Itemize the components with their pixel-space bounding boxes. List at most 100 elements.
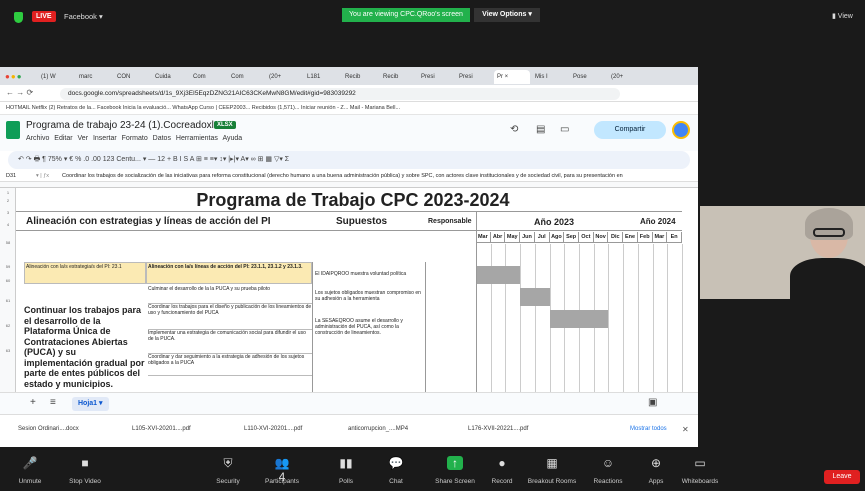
close-icon[interactable]: ✕ [682, 425, 689, 434]
row-number[interactable]: 62 [0, 323, 16, 328]
account-avatar[interactable] [672, 121, 690, 139]
zoom-control-label: Chat [389, 478, 403, 485]
gantt-area [476, 244, 683, 392]
row-number[interactable]: 2 [0, 198, 16, 203]
month-header: Mar [476, 232, 491, 243]
browser-tab[interactable]: Mis I [532, 70, 568, 84]
activity-cell[interactable]: Implementar una estrategia de comunicaci… [148, 330, 312, 354]
browser-tab[interactable]: Pr × [494, 70, 530, 84]
zoom-control-breakout-rooms[interactable]: ▦ Breakout Rooms [522, 450, 582, 491]
fx-icon: ▾ | ƒx [36, 173, 50, 179]
zoom-control-security[interactable]: ⛨ Security [198, 450, 258, 491]
cell-reference[interactable]: D31 [6, 171, 16, 181]
downloads-bar: Sesion Ordinari....docx L105-XVI-20201...… [0, 414, 698, 447]
browser-tab[interactable]: (20+ [266, 70, 302, 84]
zoom-control-chat[interactable]: 💬 Chat [366, 450, 426, 491]
download-item[interactable]: L110-XVI-20201....pdf [244, 426, 302, 432]
add-sheet-icon[interactable]: + [30, 397, 36, 408]
browser-tab[interactable]: Recib [380, 70, 416, 84]
browser-tab[interactable]: Com [228, 70, 264, 84]
month-header: Oct [579, 232, 594, 243]
row-number[interactable]: 60 [0, 278, 16, 283]
zoom-control-participants[interactable]: 👥 4 Participants [252, 450, 312, 491]
browser-tab[interactable]: Cuida [152, 70, 188, 84]
header-supuestos: Supuestos [336, 216, 388, 227]
zoom-control-bar: 🎤 Unmute ■ Stop Video ⛨ Security 👥 4 Participan… [0, 450, 865, 491]
header-responsable: Responsable [428, 218, 472, 225]
menu-bar[interactable]: Archivo Editar Ver Insertar Formato Dato… [26, 135, 242, 142]
browser-tab[interactable]: Pose [570, 70, 606, 84]
gantt-gridline [520, 244, 521, 392]
view-options-button[interactable]: View Options ▾ [474, 8, 540, 22]
document-title[interactable]: Programa de trabajo 23-24 (1).Cocreadoxl… [26, 120, 224, 131]
row-number[interactable]: 1 [0, 190, 16, 195]
zoom-control-unmute[interactable]: 🎤 Unmute [0, 450, 60, 491]
sheets-logo-icon[interactable] [6, 121, 20, 139]
cell-lineas-accion[interactable]: Alineación con la/s líneas de acción del… [146, 262, 312, 284]
sheet-tab-hoja1[interactable]: Hoja1 ▾ [72, 397, 109, 411]
live-badge[interactable]: LIVE [32, 11, 56, 22]
formula-input[interactable]: Coordinar los trabajos de socialización … [62, 171, 623, 181]
download-item[interactable]: L105-XVI-20201....pdf [132, 426, 191, 432]
bookmarks-list[interactable]: HOTMAIL Netflix (2) Retratos de la... Fa… [6, 105, 400, 111]
header-row[interactable]: Alineación con estrategias y líneas de a… [16, 211, 682, 231]
sheet-title[interactable]: Programa de Trabajo CPC 2023-2024 [28, 190, 678, 210]
zoom-control-whiteboards[interactable]: ▭ Whiteboards [670, 450, 730, 491]
header-year-2023: Año 2023 [534, 217, 575, 227]
share-button[interactable]: Compartir [594, 121, 666, 139]
row-number[interactable]: 63 [0, 348, 16, 353]
gantt-bar[interactable] [520, 288, 550, 306]
activity-cell[interactable]: Coordinar y dar seguimiento a la estrate… [148, 354, 312, 376]
browser-tab[interactable]: CON [114, 70, 150, 84]
download-item[interactable]: anticorrupcion_....MP4 [348, 426, 408, 432]
gantt-bar[interactable] [549, 310, 609, 328]
browser-tab[interactable]: Recib [342, 70, 378, 84]
browser-tab[interactable]: L181 [304, 70, 340, 84]
url-input[interactable]: docs.google.com/spreadsheets/d/1s_9Xj3EI… [60, 88, 620, 100]
gantt-bar[interactable] [476, 266, 521, 284]
xlsx-badge: XLSX [214, 121, 236, 129]
window-controls[interactable]: ●●● [5, 72, 23, 81]
row-number[interactable]: 61 [0, 298, 16, 303]
month-header: Dic [608, 232, 624, 243]
spreadsheet-grid[interactable]: 1 2 3 4 58 59 60 61 62 63 Programa de Trabajo CPC… [0, 182, 698, 392]
row-number[interactable]: 4 [0, 222, 16, 227]
browser-tab[interactable]: marc [76, 70, 112, 84]
browser-tab[interactable]: (20+ [608, 70, 644, 84]
browser-tab[interactable]: Com [190, 70, 226, 84]
view-button[interactable]: ▮ View [832, 12, 853, 20]
row-number[interactable]: 58 [0, 240, 16, 245]
bookmarks-bar: HOTMAIL Netflix (2) Retratos de la... Fa… [0, 102, 698, 115]
activity-cell[interactable]: Culminar el desarrollo de la la PUCA y s… [148, 286, 312, 304]
browser-tab[interactable]: (1) W [38, 70, 74, 84]
row-number[interactable]: 59 [0, 264, 16, 269]
download-item[interactable]: Sesion Ordinari....docx [18, 426, 79, 432]
leave-button[interactable]: Leave [824, 470, 860, 484]
meeting-dropdown[interactable]: Facebook ▾ [64, 12, 103, 21]
browser-tab[interactable]: Presi [456, 70, 492, 84]
comment-icon[interactable]: ▤ [536, 124, 545, 135]
gantt-gridline [623, 244, 624, 392]
supuesto-cell[interactable]: Los sujetos obligados muestran compromis… [315, 290, 425, 302]
history-icon[interactable]: ⟲ [510, 124, 518, 135]
shield-icon[interactable] [14, 12, 23, 23]
zoom-control-label: Participants [265, 478, 299, 485]
nav-icons[interactable]: ← → ⟳ [6, 88, 33, 97]
browser-tab[interactable]: Presi [418, 70, 454, 84]
activity-cell[interactable]: Coordinar los trabajos para el diseño y … [148, 304, 312, 330]
objective-text[interactable]: Continuar los trabajos para el desarroll… [24, 305, 146, 389]
supuesto-cell[interactable]: La SESAEQROO asume el desarrollo y admin… [315, 318, 425, 336]
download-item[interactable]: L176-XVII-20221....pdf [468, 426, 528, 432]
show-all-link[interactable]: Mostrar todos [630, 426, 667, 432]
explore-icon[interactable]: ▣ [648, 397, 657, 408]
cell-estrategia[interactable]: Alineación con la/s estrategia/s del PI:… [24, 262, 146, 284]
format-toolbar[interactable]: ↶ ↷ 🖶 ¶ 75% ▾ € % .0 .00 123 Centu... ▾ … [8, 151, 690, 169]
stop-video-icon: ■ [81, 456, 89, 470]
zoom-control-stop-video[interactable]: ■ Stop Video [55, 450, 115, 491]
supuesto-cell[interactable]: El IDAIPQROO muestra voluntad política [315, 271, 425, 277]
participant-video[interactable] [700, 206, 865, 299]
row-number[interactable]: 3 [0, 210, 16, 215]
all-sheets-icon[interactable]: ≡ [50, 397, 56, 408]
record-icon: ● [498, 456, 506, 470]
meet-icon[interactable]: ▭ [560, 124, 569, 135]
